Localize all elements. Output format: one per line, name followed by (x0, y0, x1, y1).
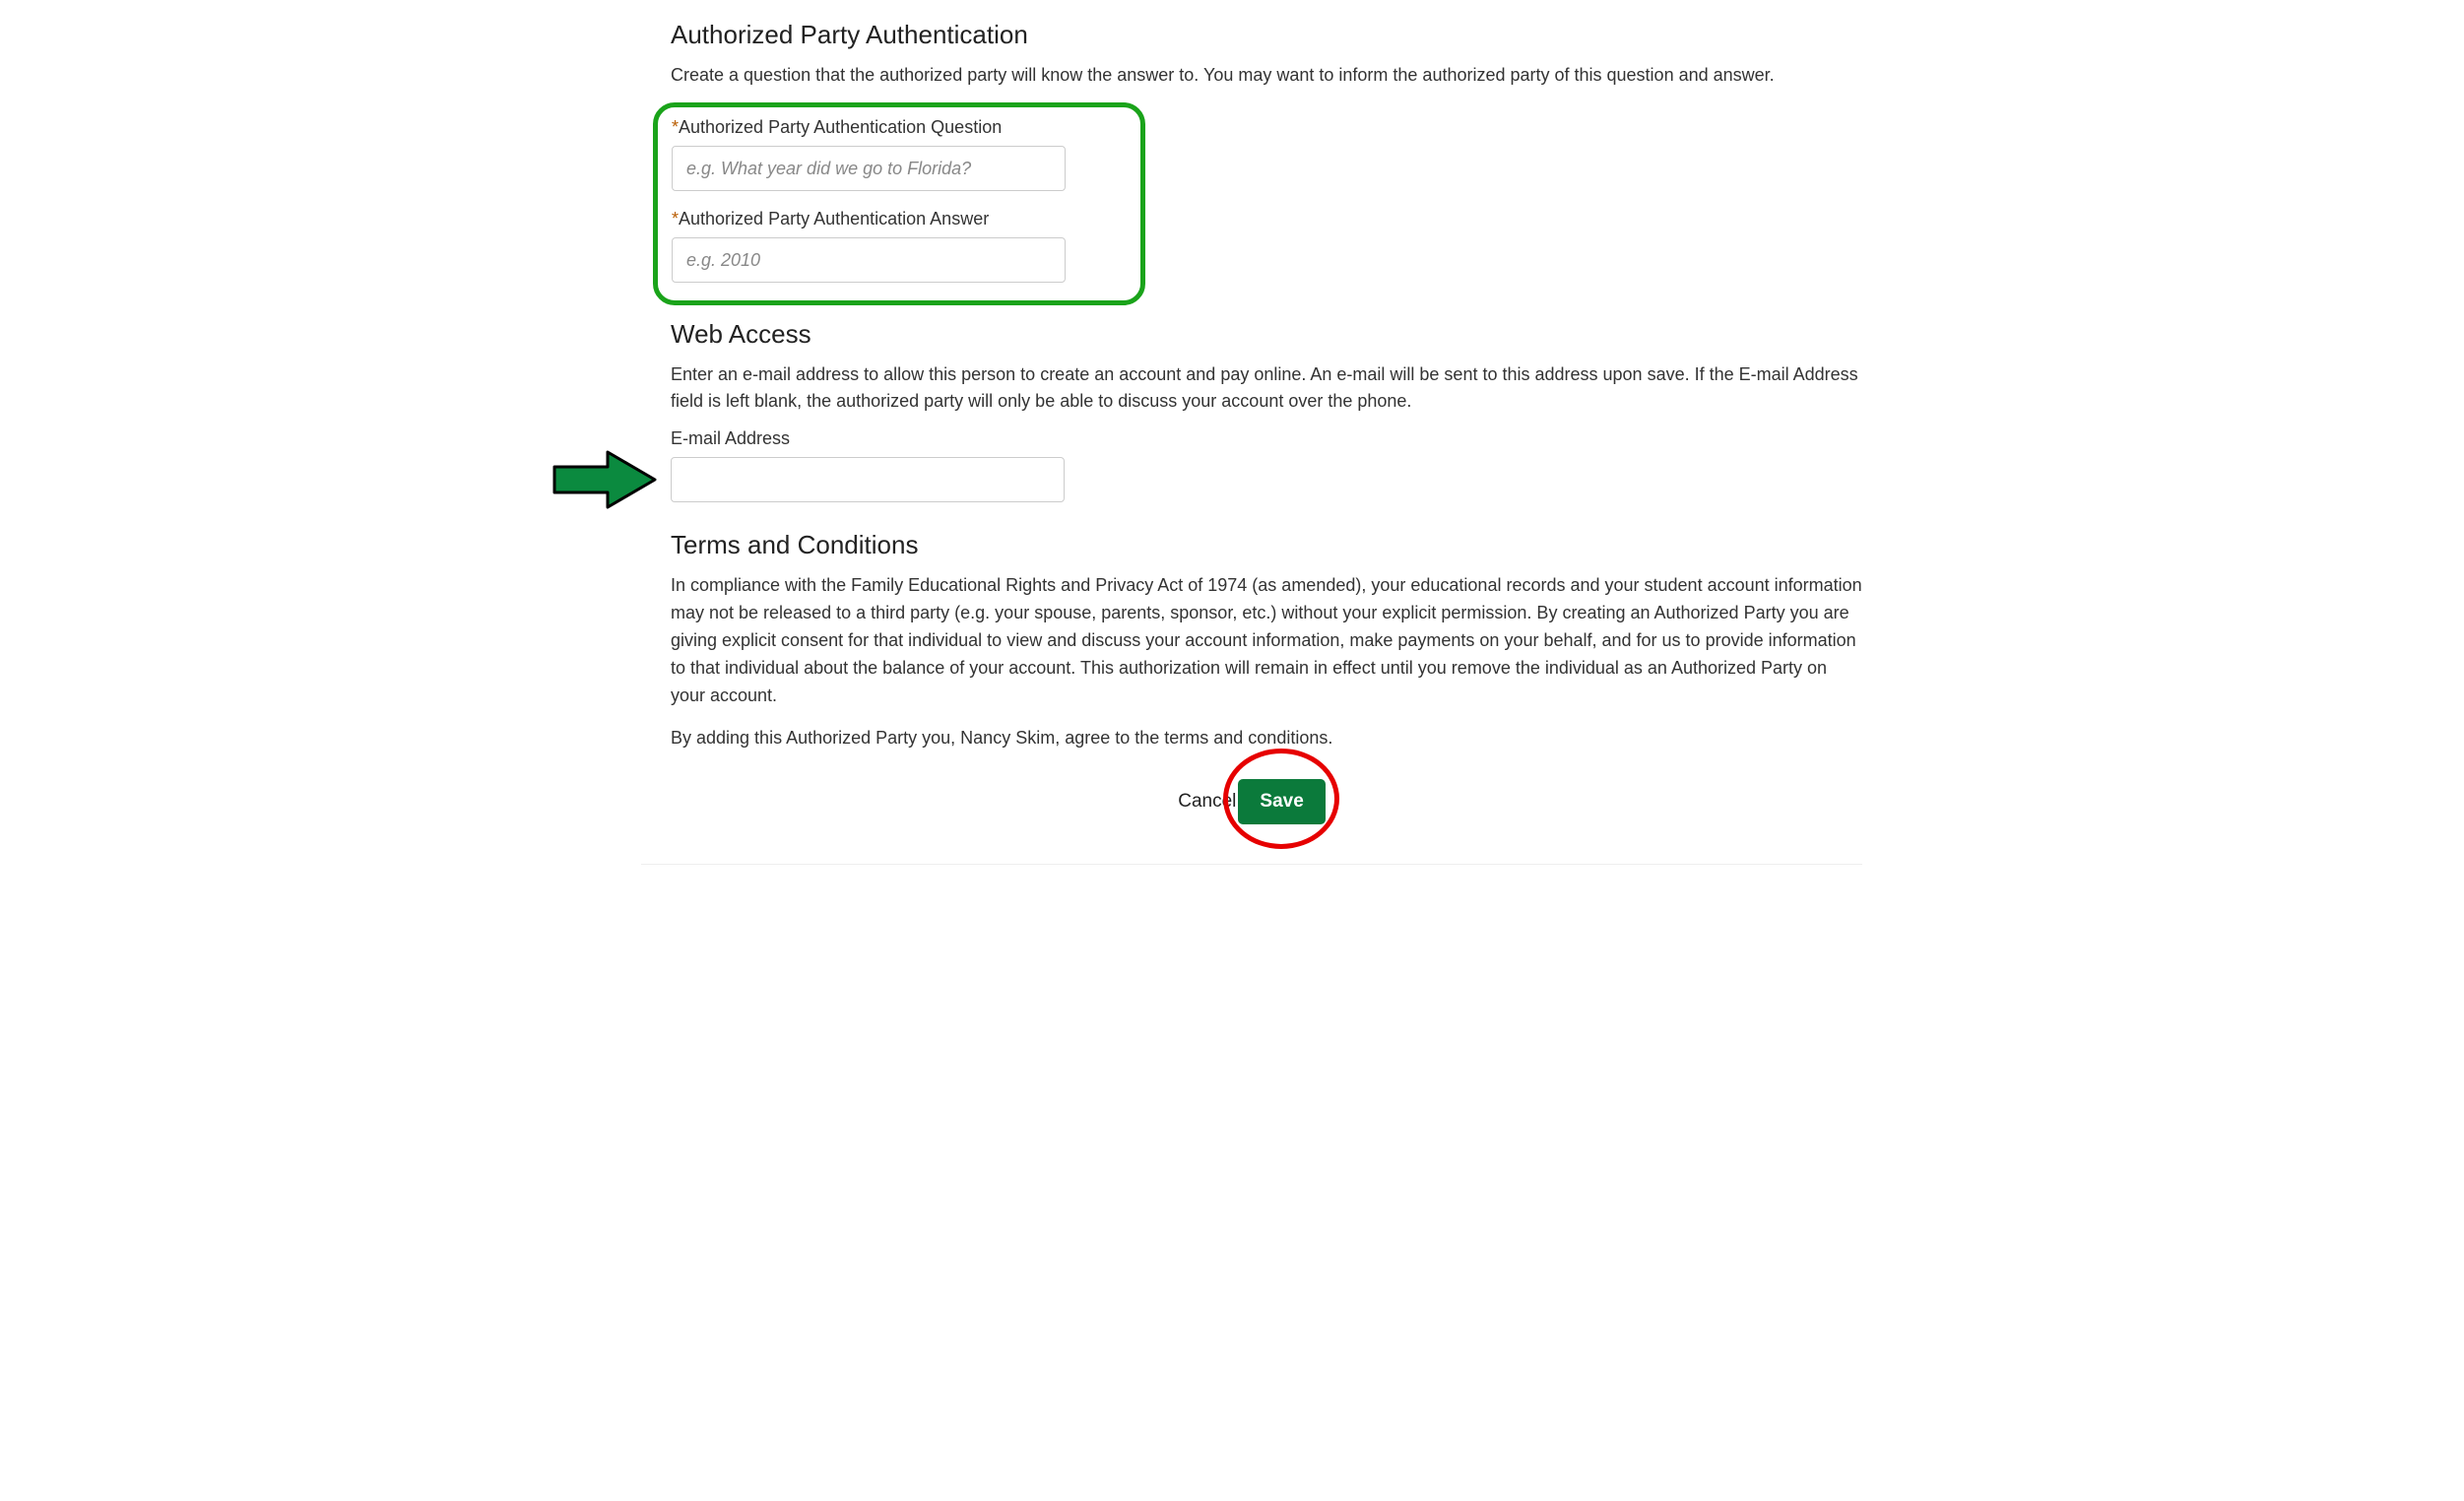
required-star-icon: * (672, 209, 679, 228)
auth-section-description: Create a question that the authorized pa… (671, 62, 1862, 89)
auth-answer-label: *Authorized Party Authentication Answer (672, 209, 1127, 229)
auth-highlight-box: *Authorized Party Authentication Questio… (653, 102, 1145, 305)
auth-section-heading: Authorized Party Authentication (671, 20, 1862, 50)
email-input[interactable] (671, 457, 1065, 502)
auth-answer-input[interactable] (672, 237, 1066, 283)
auth-question-input[interactable] (672, 146, 1066, 191)
terms-heading: Terms and Conditions (671, 530, 1862, 560)
terms-agreement-text: By adding this Authorized Party you, Nan… (671, 725, 1862, 751)
web-access-heading: Web Access (671, 319, 1862, 350)
cancel-button[interactable]: Cancel (1178, 791, 1236, 813)
email-label: E-mail Address (671, 428, 1862, 449)
required-star-icon: * (672, 117, 679, 137)
web-access-description: Enter an e-mail address to allow this pe… (671, 361, 1862, 415)
auth-question-label-text: Authorized Party Authentication Question (679, 117, 1002, 137)
arrow-annotation-icon (551, 448, 659, 511)
auth-question-label: *Authorized Party Authentication Questio… (672, 117, 1127, 138)
save-button[interactable]: Save (1238, 779, 1325, 824)
terms-body-text: In compliance with the Family Educationa… (671, 572, 1862, 709)
auth-answer-label-text: Authorized Party Authentication Answer (679, 209, 989, 228)
